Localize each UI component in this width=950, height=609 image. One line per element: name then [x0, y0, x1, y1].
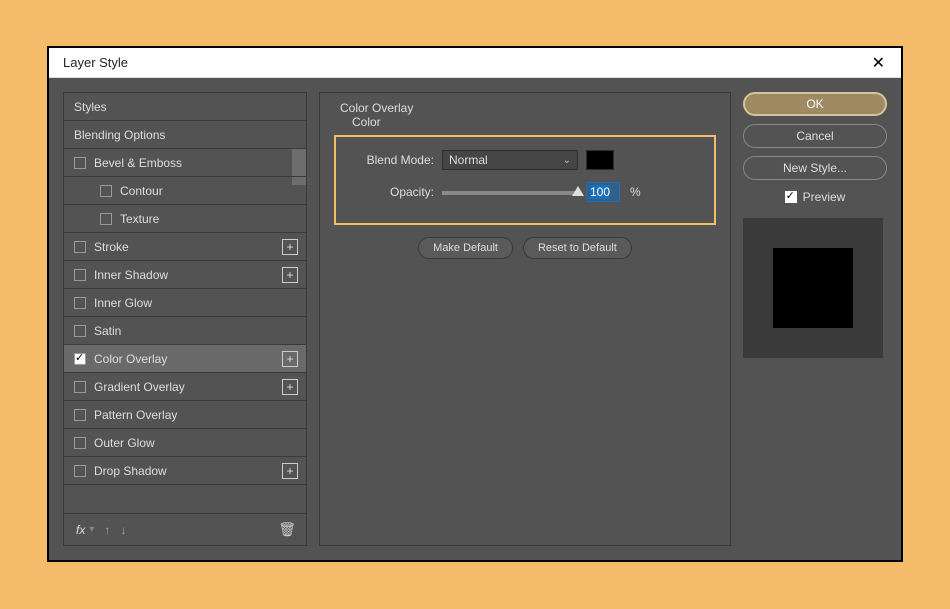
- styles-list: Styles Blending Options Bevel & Emboss C…: [64, 93, 306, 513]
- sidebar-footer: fx ▾ ↑ ↓ 🗑: [64, 513, 306, 545]
- new-style-label: New Style...: [783, 161, 847, 175]
- move-down-icon[interactable]: ↓: [120, 523, 126, 537]
- list-item-label: Stroke: [94, 240, 129, 254]
- list-item-label: Inner Shadow: [94, 268, 168, 282]
- blend-mode-label: Blend Mode:: [352, 153, 434, 167]
- sidebar-item-outer-glow[interactable]: Outer Glow: [64, 429, 306, 457]
- list-item-label: Texture: [120, 212, 159, 226]
- subsection-title: Color: [352, 115, 716, 129]
- color-overlay-checkbox[interactable]: [74, 353, 86, 365]
- add-icon[interactable]: +: [282, 267, 298, 283]
- sidebar-item-contour[interactable]: Contour: [64, 177, 306, 205]
- list-item-label: Gradient Overlay: [94, 380, 185, 394]
- sidebar-item-drop-shadow[interactable]: Drop Shadow +: [64, 457, 306, 485]
- sidebar-item-color-overlay[interactable]: Color Overlay +: [64, 345, 306, 373]
- list-item-label: Contour: [120, 184, 163, 198]
- sidebar-item-inner-shadow[interactable]: Inner Shadow +: [64, 261, 306, 289]
- add-icon[interactable]: +: [282, 239, 298, 255]
- drop-shadow-checkbox[interactable]: [74, 465, 86, 477]
- satin-checkbox[interactable]: [74, 325, 86, 337]
- texture-checkbox[interactable]: [100, 213, 112, 225]
- list-item-label: Satin: [94, 324, 121, 338]
- move-up-icon[interactable]: ↑: [104, 523, 110, 537]
- ok-button[interactable]: OK: [743, 92, 887, 116]
- section-title: Color Overlay: [340, 101, 716, 115]
- blend-mode-row: Blend Mode: Normal ⌄: [352, 147, 698, 173]
- trash-icon[interactable]: 🗑: [278, 521, 296, 538]
- dialog-body: Styles Blending Options Bevel & Emboss C…: [49, 78, 901, 560]
- slider-thumb-icon[interactable]: [572, 186, 584, 196]
- reset-default-label: Reset to Default: [538, 242, 617, 254]
- blend-mode-select[interactable]: Normal ⌄: [442, 150, 578, 170]
- layer-style-dialog: Layer Style ✕ Styles Blending Options Be…: [47, 46, 903, 562]
- preview-toggle-row: Preview: [743, 190, 887, 204]
- inner-glow-checkbox[interactable]: [74, 297, 86, 309]
- highlighted-controls: Blend Mode: Normal ⌄ Opacity: 100 %: [334, 135, 716, 225]
- sidebar-item-gradient-overlay[interactable]: Gradient Overlay +: [64, 373, 306, 401]
- sidebar-item-inner-glow[interactable]: Inner Glow: [64, 289, 306, 317]
- styles-label: Styles: [74, 100, 107, 114]
- inner-shadow-checkbox[interactable]: [74, 269, 86, 281]
- styles-sidebar: Styles Blending Options Bevel & Emboss C…: [63, 92, 307, 546]
- blend-mode-value: Normal: [449, 153, 488, 167]
- preview-thumbnail: [743, 218, 883, 358]
- opacity-value: 100: [590, 185, 610, 199]
- fx-caret-icon: ▾: [89, 524, 94, 535]
- reset-default-button[interactable]: Reset to Default: [523, 237, 632, 259]
- settings-panel: Color Overlay Color Blend Mode: Normal ⌄…: [319, 92, 731, 546]
- list-item-label: Outer Glow: [94, 436, 155, 450]
- contour-checkbox[interactable]: [100, 185, 112, 197]
- preview-swatch: [773, 248, 853, 328]
- ok-label: OK: [806, 97, 823, 111]
- sidebar-item-texture[interactable]: Texture: [64, 205, 306, 233]
- chevron-down-icon: ⌄: [563, 155, 571, 166]
- sidebar-item-bevel-emboss[interactable]: Bevel & Emboss: [64, 149, 306, 177]
- preview-label: Preview: [803, 190, 846, 204]
- opacity-slider[interactable]: [442, 191, 578, 195]
- gradient-overlay-checkbox[interactable]: [74, 381, 86, 393]
- outer-glow-checkbox[interactable]: [74, 437, 86, 449]
- add-icon[interactable]: +: [282, 351, 298, 367]
- make-default-label: Make Default: [433, 242, 498, 254]
- sidebar-item-blending-options[interactable]: Blending Options: [64, 121, 306, 149]
- opacity-input[interactable]: 100: [586, 182, 620, 202]
- dialog-title: Layer Style: [63, 55, 128, 70]
- sidebar-item-satin[interactable]: Satin: [64, 317, 306, 345]
- make-default-button[interactable]: Make Default: [418, 237, 513, 259]
- add-icon[interactable]: +: [282, 379, 298, 395]
- fx-menu-icon[interactable]: fx: [76, 523, 85, 537]
- opacity-unit: %: [630, 185, 641, 199]
- cancel-label: Cancel: [796, 129, 833, 143]
- add-icon[interactable]: +: [282, 463, 298, 479]
- sidebar-item-pattern-overlay[interactable]: Pattern Overlay: [64, 401, 306, 429]
- sidebar-item-styles[interactable]: Styles: [64, 93, 306, 121]
- pattern-overlay-checkbox[interactable]: [74, 409, 86, 421]
- bevel-emboss-checkbox[interactable]: [74, 157, 86, 169]
- opacity-label: Opacity:: [352, 185, 434, 199]
- opacity-row: Opacity: 100 %: [352, 179, 698, 205]
- sidebar-item-stroke[interactable]: Stroke +: [64, 233, 306, 261]
- blending-options-label: Blending Options: [74, 128, 165, 142]
- cancel-button[interactable]: Cancel: [743, 124, 887, 148]
- default-buttons-row: Make Default Reset to Default: [334, 237, 716, 259]
- titlebar: Layer Style ✕: [49, 48, 901, 78]
- color-swatch[interactable]: [586, 150, 614, 170]
- list-item-label: Color Overlay: [94, 352, 167, 366]
- action-panel: OK Cancel New Style... Preview: [743, 92, 887, 546]
- list-item-label: Drop Shadow: [94, 464, 167, 478]
- close-icon[interactable]: ✕: [866, 51, 891, 75]
- list-item-label: Bevel & Emboss: [94, 156, 182, 170]
- stroke-checkbox[interactable]: [74, 241, 86, 253]
- preview-checkbox[interactable]: [785, 191, 797, 203]
- list-item-label: Inner Glow: [94, 296, 152, 310]
- new-style-button[interactable]: New Style...: [743, 156, 887, 180]
- list-item-label: Pattern Overlay: [94, 408, 177, 422]
